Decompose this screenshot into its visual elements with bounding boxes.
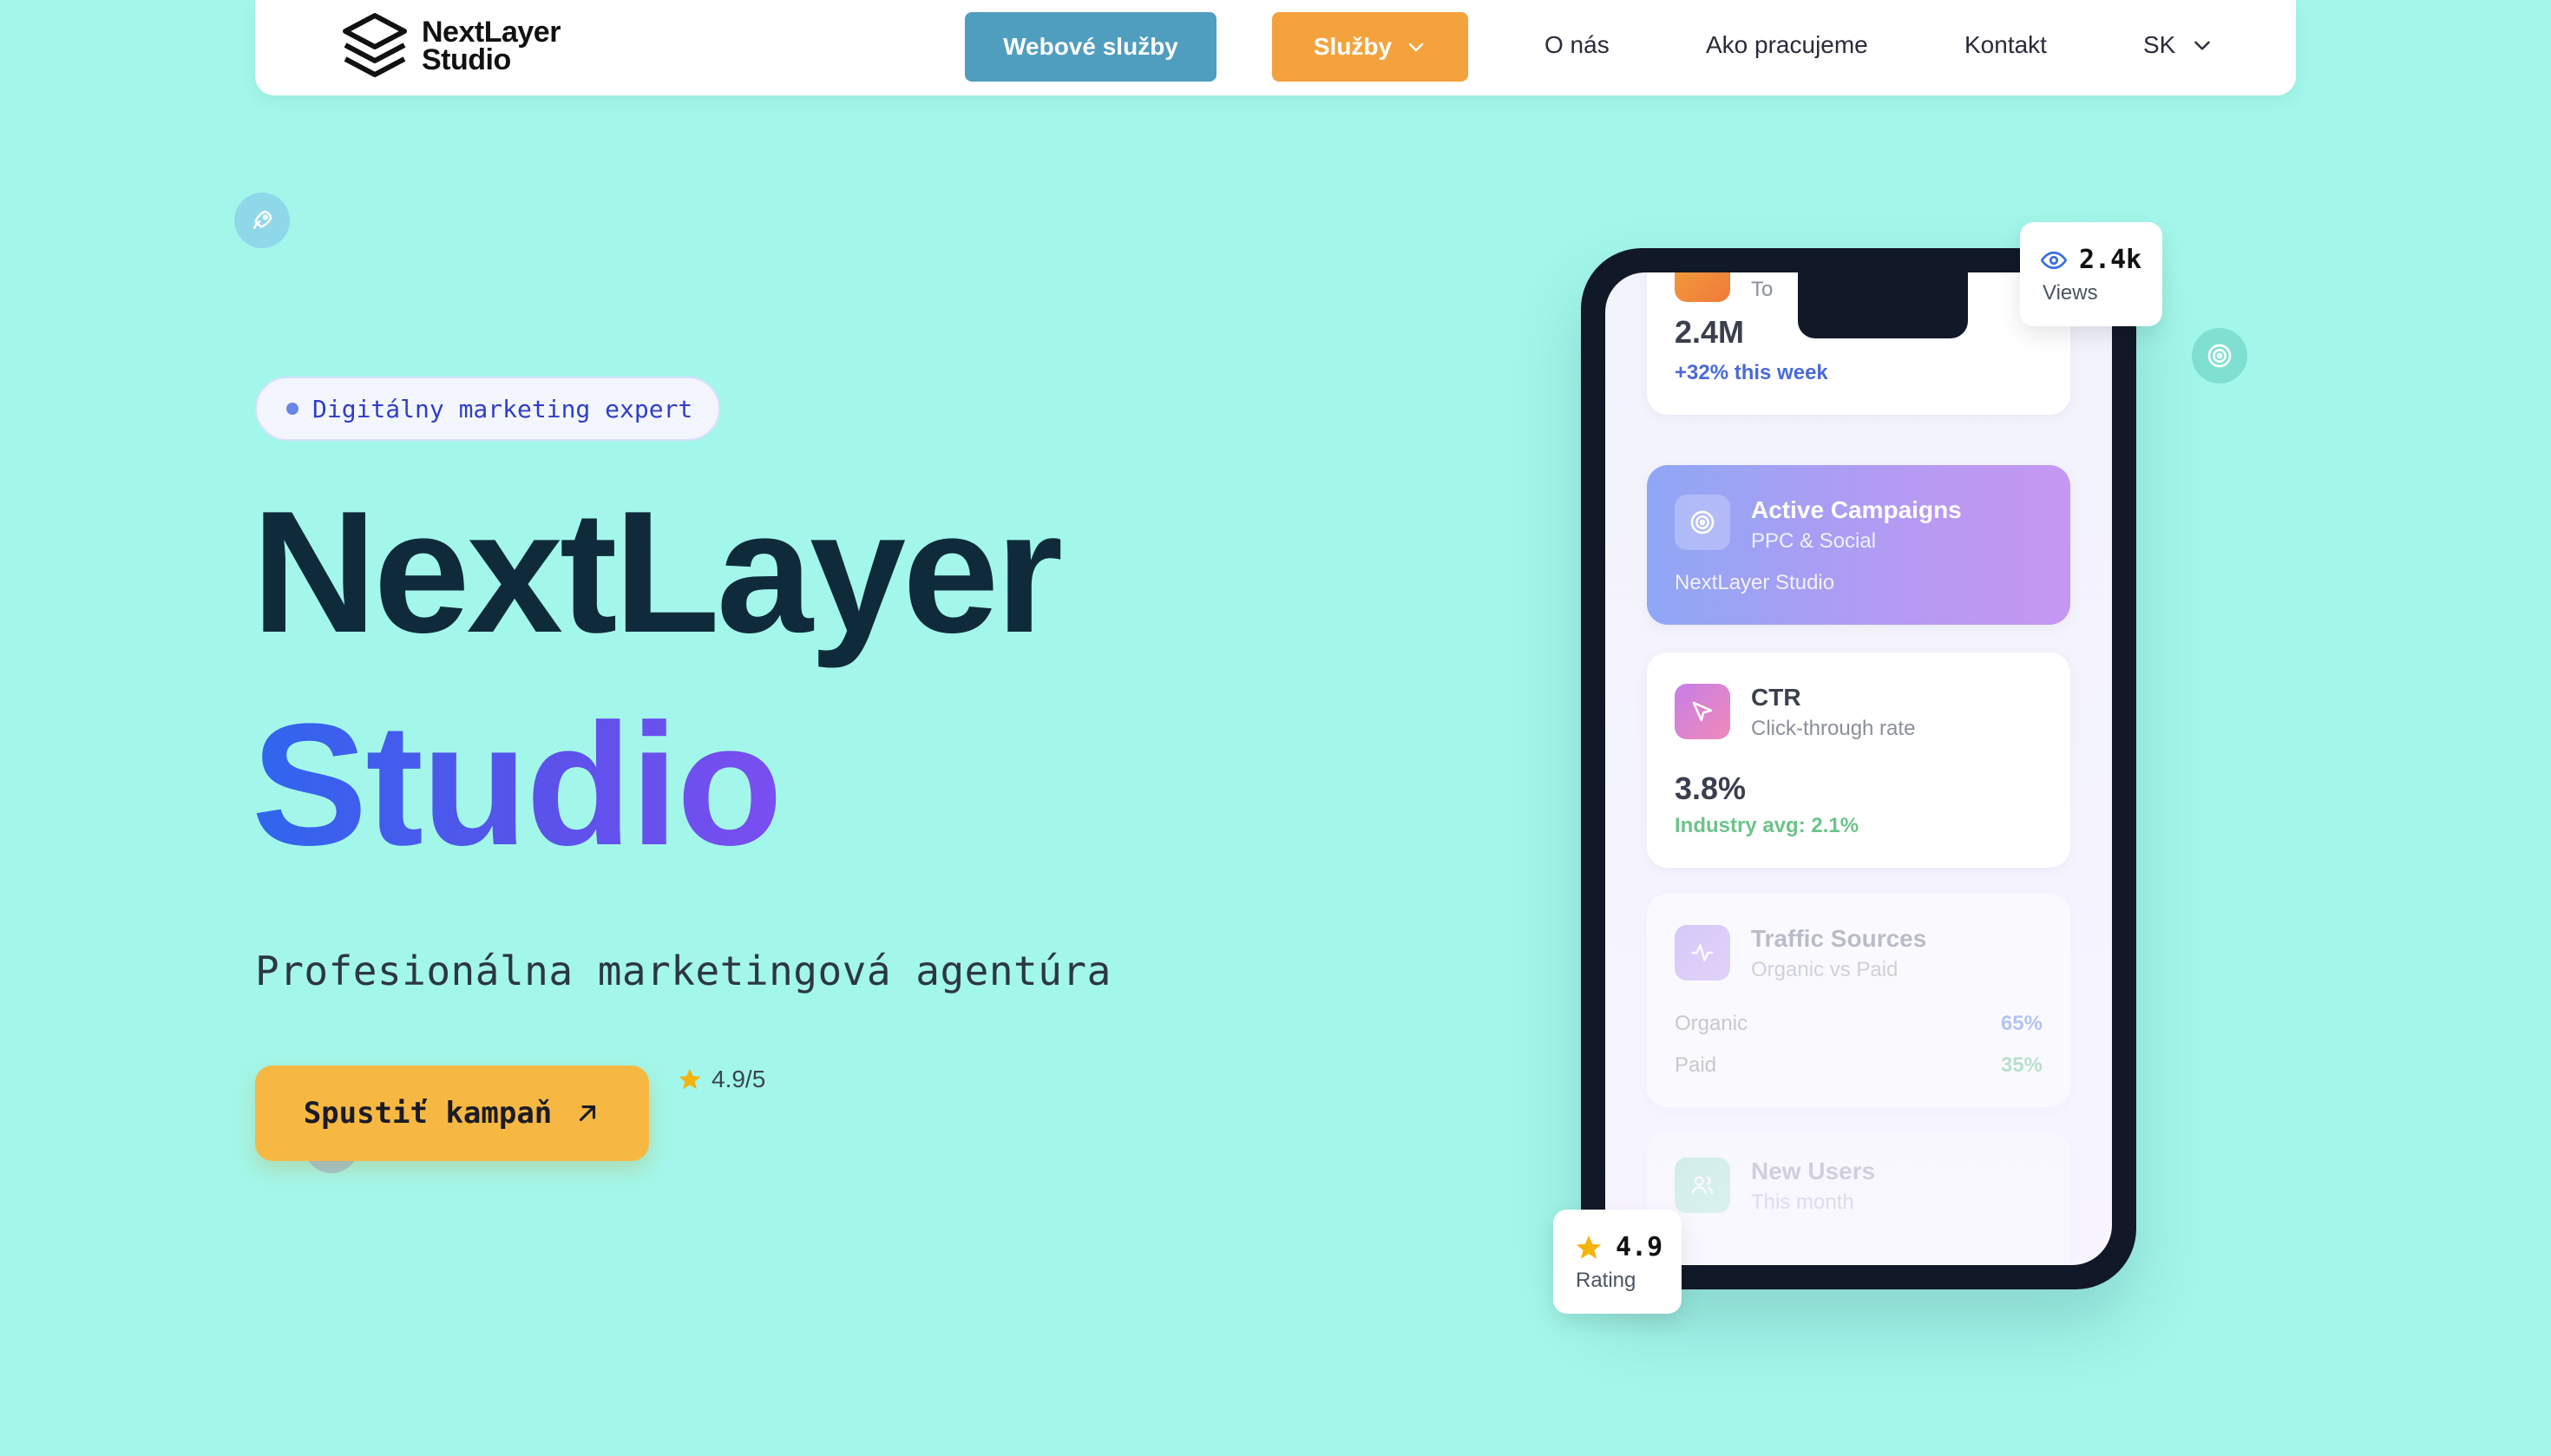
users-icon (1675, 1158, 1730, 1213)
brand-name: NextLayer Studio (422, 16, 561, 76)
badge-label: Digitálny marketing expert (312, 394, 693, 423)
traffic-sources-title: Traffic Sources (1751, 925, 1927, 952)
active-campaigns-brand: NextLayer Studio (1675, 571, 1835, 594)
services-label: Služby (1313, 33, 1393, 60)
total-reach-label: To (1751, 278, 1774, 301)
brand-name-line1: NextLayer (422, 16, 561, 49)
web-services-button[interactable]: Webové služby (965, 12, 1216, 82)
phone-mockup: To 2.4M +32% this week Active Campaigns … (1581, 248, 2136, 1289)
inline-rating: 4.9/5 (677, 1066, 765, 1093)
views-value: 2.4k (2079, 245, 2142, 275)
cursor-icon (1675, 684, 1730, 739)
rocket-icon (234, 193, 290, 248)
hero-title-line1: NextLayer (252, 475, 1063, 669)
target-icon (1675, 495, 1730, 550)
views-label: Views (2043, 281, 2098, 305)
star-icon (679, 1068, 701, 1090)
views-floating-card: 2.4k Views (2020, 222, 2162, 326)
phone-notch (1798, 272, 1968, 338)
ctr-title: CTR (1751, 684, 1801, 711)
star-icon (1576, 1235, 1602, 1259)
total-reach-change: +32% this week (1675, 361, 1828, 384)
services-dropdown-button[interactable]: Služby (1272, 12, 1468, 82)
nav-link-how-we-work[interactable]: Ako pracujeme (1706, 31, 1868, 59)
ctr-industry-avg: Industry avg: 2.1% (1675, 814, 1859, 837)
inline-rating-value: 4.9/5 (712, 1066, 766, 1092)
chevron-down-icon (2194, 41, 2211, 50)
traffic-row-label: Paid (1675, 1053, 1717, 1077)
layers-icon (343, 13, 407, 77)
traffic-row-value: 65% (2000, 1012, 2043, 1035)
badge-dot (286, 403, 298, 415)
new-users-title: New Users (1751, 1158, 1876, 1184)
ctr-subtitle: Click-through rate (1751, 717, 1916, 740)
language-label: SK (2143, 31, 2176, 58)
chevron-down-icon (1408, 43, 1424, 52)
traffic-sources-card[interactable]: Traffic Sources Organic vs Paid Organic … (1647, 894, 2070, 1107)
top-navbar: NextLayer Studio Webové služby Služby O … (255, 0, 2296, 95)
eye-icon (2041, 251, 2067, 269)
hero-badge: Digitálny marketing expert (255, 377, 720, 441)
ctr-card[interactable]: CTR Click-through rate 3.8% Industry avg… (1647, 653, 2070, 868)
total-reach-value: 2.4M (1675, 314, 1745, 350)
active-campaigns-subtitle: PPC & Social (1751, 529, 1877, 553)
traffic-row-value: 35% (2000, 1053, 2043, 1077)
active-campaigns-title: Active Campaigns (1751, 496, 1962, 523)
arrow-up-right-icon (580, 1105, 596, 1122)
target-icon (2192, 328, 2247, 384)
new-users-card[interactable]: New Users This month (1647, 1131, 2070, 1265)
traffic-sources-subtitle: Organic vs Paid (1751, 958, 1898, 981)
nav-link-contact[interactable]: Kontakt (1964, 31, 2047, 59)
views-row: 2.4k (2041, 245, 2141, 275)
active-campaigns-card[interactable]: Active Campaigns PPC & Social NextLayer … (1647, 465, 2070, 625)
cta-label: Spustiť kampaň (303, 1096, 553, 1131)
hero-title-line2: Studio (252, 688, 783, 882)
brand-name-line2: Studio (422, 43, 511, 76)
ctr-value: 3.8% (1675, 771, 1747, 806)
rating-row: 4.9 (1574, 1232, 1662, 1263)
brand-logo[interactable]: NextLayer Studio (340, 10, 561, 82)
phone-screen: To 2.4M +32% this week Active Campaigns … (1605, 272, 2112, 1265)
nav-link-about[interactable]: O nás (1544, 31, 1610, 59)
activity-icon (1675, 925, 1730, 981)
rating-floating-card: 4.9 Rating (1553, 1210, 1682, 1314)
hero-subtitle: Profesionálna marketingová agentúra (255, 948, 1112, 994)
rating-label: Rating (1576, 1269, 1636, 1292)
language-selector[interactable]: SK (2143, 31, 2213, 59)
chart-icon (1675, 272, 1730, 302)
rating-value: 4.9 (1616, 1232, 1663, 1263)
new-users-subtitle: This month (1751, 1190, 1854, 1214)
traffic-row-label: Organic (1675, 1012, 1748, 1035)
launch-campaign-button[interactable]: Spustiť kampaň (255, 1066, 649, 1161)
